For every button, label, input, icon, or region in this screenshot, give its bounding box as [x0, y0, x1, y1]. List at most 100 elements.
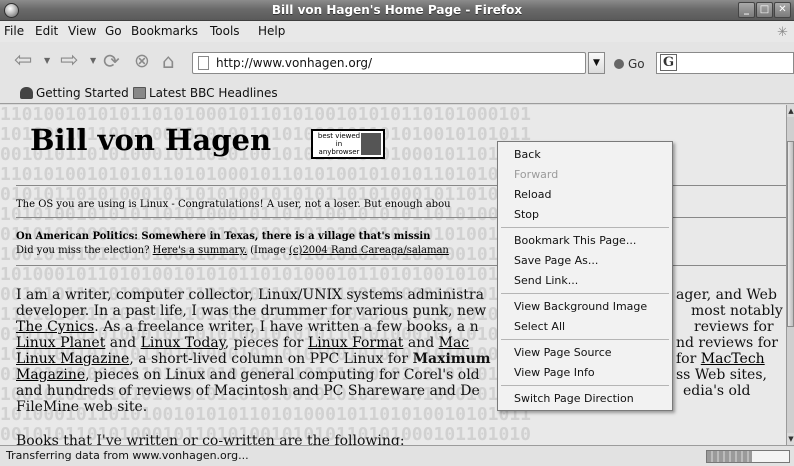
bio-right-1: ager, and Web	[676, 287, 777, 303]
status-text: Transferring data from www.vonhagen.org.…	[6, 449, 249, 462]
scroll-down-arrow-icon[interactable]: ▼	[787, 433, 794, 445]
politics-bold-text: On American Politics: Somewhere in Texas…	[16, 231, 431, 242]
ctx-select-all[interactable]: Select All	[514, 320, 565, 333]
bio-text: , pieces on Linux and general computing …	[85, 367, 480, 383]
bookmark-label: Latest BBC Headlines	[149, 86, 278, 100]
ctx-separator	[501, 227, 669, 228]
ctx-save-page-as[interactable]: Save Page As...	[514, 254, 598, 267]
linux-planet-link[interactable]: Linux Planet	[16, 335, 105, 351]
site-title: Bill von Hagen	[30, 123, 272, 157]
url-bar[interactable]: http://www.vonhagen.org/	[192, 52, 586, 74]
navigation-toolbar: ⇦ ▼ ⇨ ▼ ⟳ ⊗ ⌂ http://www.vonhagen.org/ ▼…	[0, 42, 794, 80]
ctx-back[interactable]: Back	[514, 148, 541, 161]
bookmark-label: Getting Started	[36, 86, 129, 100]
vertical-scrollbar[interactable]: ▲ ▼	[786, 105, 794, 445]
reload-icon[interactable]: ⟳	[103, 48, 120, 74]
bookmark-getting-started[interactable]: Getting Started	[20, 86, 129, 100]
mac-link[interactable]: Mac	[439, 335, 470, 351]
ctx-view-page-info[interactable]: View Page Info	[514, 366, 595, 379]
ctx-reload[interactable]: Reload	[514, 188, 551, 201]
bio-text: and	[105, 335, 141, 351]
ctx-separator	[501, 385, 669, 386]
go-icon	[614, 59, 624, 69]
close-button[interactable]: ✕	[774, 2, 791, 18]
maximize-button[interactable]: □	[756, 2, 773, 18]
menu-view[interactable]: View	[68, 24, 96, 38]
title-bar: Bill von Hagen's Home Page - Firefox _ □…	[0, 0, 794, 21]
bio-text: for	[676, 351, 701, 367]
the-cynics-link[interactable]: The Cynics	[16, 319, 94, 335]
back-arrow-icon[interactable]: ⇦	[14, 48, 32, 74]
forward-history-dropdown-icon[interactable]: ▼	[90, 56, 96, 65]
context-menu: Back Forward Reload Stop Bookmark This P…	[497, 141, 673, 411]
bio-text: and	[403, 335, 439, 351]
url-text[interactable]: http://www.vonhagen.org/	[216, 56, 372, 70]
bio-right-4: nd reviews for	[676, 335, 778, 351]
menu-go[interactable]: Go	[105, 24, 122, 38]
bio-right-6: ss Web sites,	[676, 367, 767, 383]
throbber-icon: ✳	[777, 25, 788, 40]
any-browser-badge[interactable]: best viewed in anybrowser	[311, 129, 385, 159]
ctx-switch-page-direction[interactable]: Switch Page Direction	[514, 392, 634, 405]
badge-text: best viewed in anybrowser	[317, 132, 361, 156]
bio-right-3: reviews for	[694, 319, 774, 335]
bio-right-7: edia's old	[683, 383, 751, 399]
bookmark-icon	[20, 87, 33, 99]
search-engine-icon[interactable]: G	[660, 54, 677, 71]
go-button[interactable]: Go	[614, 57, 645, 71]
ctx-send-link[interactable]: Send Link...	[514, 274, 578, 287]
status-bar: Transferring data from www.vonhagen.org.…	[0, 445, 794, 466]
bio-text: , pieces for	[224, 335, 308, 351]
ctx-view-page-source[interactable]: View Page Source	[514, 346, 612, 359]
search-field[interactable]: G	[656, 52, 794, 74]
bookmark-bbc-headlines[interactable]: Latest BBC Headlines	[133, 86, 278, 100]
magazine-link[interactable]: Magazine	[16, 367, 85, 383]
menu-bar: File Edit View Go Bookmarks Tools Help ✳	[0, 21, 794, 42]
politics-prefix: Did you miss the election?	[16, 245, 153, 256]
forward-arrow-icon[interactable]: ⇨	[60, 48, 78, 74]
back-history-dropdown-icon[interactable]: ▼	[44, 56, 50, 65]
home-icon[interactable]: ⌂	[162, 48, 175, 74]
minimize-button[interactable]: _	[738, 2, 755, 18]
ctx-view-background-image[interactable]: View Background Image	[514, 300, 647, 313]
menu-bookmarks[interactable]: Bookmarks	[131, 24, 198, 38]
bio-text: , a short-lived column on PPC Linux for	[129, 351, 413, 367]
bio-right-5: for MacTech	[676, 351, 765, 367]
bio-right-2: most notably	[691, 303, 783, 319]
window-controls: _ □ ✕	[737, 2, 791, 18]
politics-line: Did you miss the election? Here's a summ…	[16, 245, 449, 256]
books-intro: Books that I've written or co-written ar…	[16, 433, 405, 445]
summary-link[interactable]: Here's a summary.	[153, 245, 247, 256]
menu-tools[interactable]: Tools	[210, 24, 240, 38]
politics-headline: On American Politics: Somewhere in Texas…	[16, 231, 430, 242]
ctx-forward: Forward	[514, 168, 559, 181]
scroll-up-arrow-icon[interactable]: ▲	[787, 105, 794, 117]
ctx-bookmark-page[interactable]: Bookmark This Page...	[514, 234, 636, 247]
progress-meter	[706, 450, 790, 463]
menu-file[interactable]: File	[4, 24, 24, 38]
menu-help[interactable]: Help	[258, 24, 285, 38]
maximum-bold-text: Maximum	[412, 351, 491, 367]
ctx-separator	[501, 293, 669, 294]
mactech-link[interactable]: MacTech	[701, 351, 765, 367]
url-history-dropdown-button[interactable]: ▼	[588, 52, 605, 74]
bio-text: . As a freelance writer, I have written …	[94, 319, 479, 335]
progress-fill	[707, 451, 753, 462]
ctx-stop[interactable]: Stop	[514, 208, 539, 221]
os-detection-line: The OS you are using is Linux - Congratu…	[16, 199, 451, 210]
politics-mid: (Image	[246, 245, 289, 256]
stop-icon[interactable]: ⊗	[134, 48, 150, 74]
linux-today-link[interactable]: Linux Today	[141, 335, 225, 351]
bookmarks-toolbar: Getting Started Latest BBC Headlines	[0, 80, 794, 104]
image-credit-link[interactable]: (c)2004 Rand Careaga/salaman	[289, 245, 449, 256]
badge-image	[361, 133, 381, 155]
menu-edit[interactable]: Edit	[35, 24, 58, 38]
scrollbar-thumb[interactable]	[787, 141, 794, 327]
page-icon	[198, 56, 209, 70]
linux-magazine-link[interactable]: Linux Magazine	[16, 351, 129, 367]
go-label: Go	[628, 57, 645, 71]
linux-format-link[interactable]: Linux Format	[308, 335, 403, 351]
window-title: Bill von Hagen's Home Page - Firefox	[271, 3, 523, 17]
live-bookmark-icon	[133, 87, 146, 99]
ctx-separator	[501, 339, 669, 340]
